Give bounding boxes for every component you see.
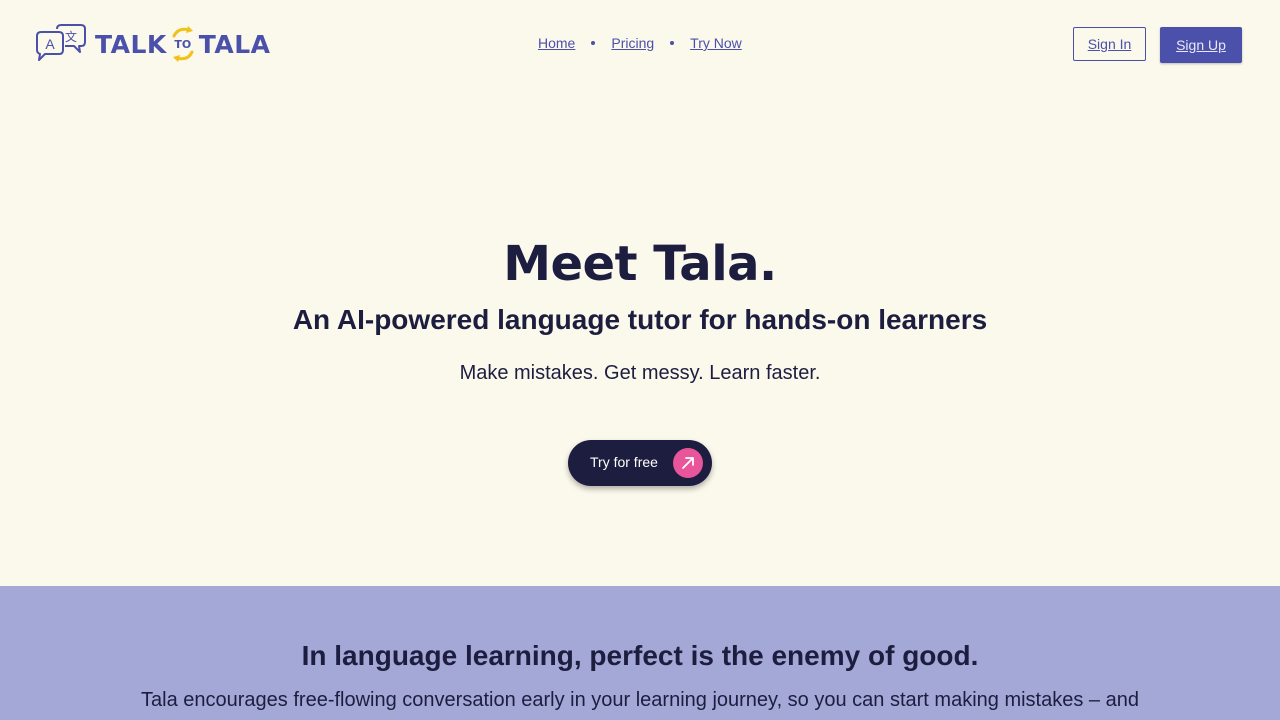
hero-tagline: Make mistakes. Get messy. Learn faster. — [459, 362, 821, 384]
logo-tala-text: TALA — [198, 29, 271, 59]
site-header: A 文 TALK TO TALA Home Pricing Try Now Si… — [0, 0, 1280, 88]
hero-section: Meet Tala. An AI-powered language tutor … — [0, 88, 1280, 586]
arrow-up-right-glyph — [682, 457, 694, 469]
nav-link-try-now[interactable]: Try Now — [690, 35, 742, 51]
sign-in-button[interactable]: Sign In — [1073, 27, 1146, 61]
logo-wordmark: TALK TO TALA — [95, 24, 271, 64]
feature-body: Tala encourages free-flowing conversatio… — [141, 689, 1139, 711]
logo-talk-text: TALK — [95, 29, 167, 59]
sign-up-button[interactable]: Sign Up — [1160, 27, 1242, 63]
nav-link-pricing[interactable]: Pricing — [611, 35, 654, 51]
logo-link[interactable]: A 文 TALK TO TALA — [33, 22, 271, 66]
nav-separator-dot — [591, 41, 596, 45]
try-for-free-button[interactable]: Try for free — [568, 440, 712, 486]
logo-to-text: TO — [174, 37, 192, 51]
logo-to-badge: TO — [168, 24, 198, 64]
svg-text:文: 文 — [65, 29, 77, 44]
arrow-up-right-icon — [673, 448, 703, 478]
svg-text:A: A — [45, 36, 55, 52]
feature-section: In language learning, perfect is the ene… — [0, 586, 1280, 720]
main-nav: Home Pricing Try Now — [538, 35, 742, 51]
hero-subtitle: An AI-powered language tutor for hands-o… — [292, 304, 988, 335]
page: A 文 TALK TO TALA Home Pricing Try Now Si… — [0, 0, 1280, 720]
nav-link-home[interactable]: Home — [538, 35, 575, 51]
cta-label: Try for free — [590, 454, 658, 470]
hero-title: Meet Tala. — [503, 236, 777, 292]
feature-title: In language learning, perfect is the ene… — [301, 640, 979, 671]
nav-separator-dot — [670, 41, 675, 45]
translate-bubbles-icon: A 文 — [36, 24, 86, 61]
